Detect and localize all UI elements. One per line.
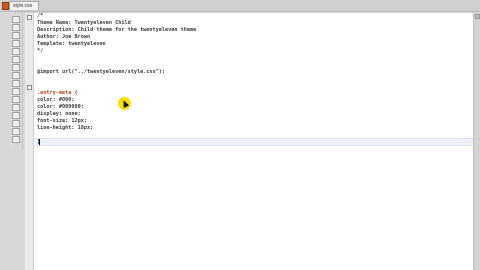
vertical-toolbar [10,14,23,150]
toolbar-button[interactable] [12,128,20,135]
text-caret [39,139,40,145]
code-line: @import url("../twentyeleven/style.css")… [37,69,166,75]
toolbar-button[interactable] [12,24,20,31]
toolbar-button[interactable] [12,16,20,23]
code-line: color: #000000; [37,104,84,110]
scroll-up-icon[interactable] [475,14,480,19]
code-line: Template: twentyeleven [37,41,106,47]
window-titlebar: style.css [0,0,480,12]
toolbar-button[interactable] [12,48,20,55]
toolbar-button[interactable] [12,96,20,103]
toolbar-button[interactable] [12,136,20,143]
toolbar-button[interactable] [12,120,20,127]
code-line: Description: Child theme for the twentye… [37,27,197,33]
code-line: */ [37,48,44,54]
code-line: Theme Name: Twentyeleven Child [37,20,131,26]
code-line: display: none; [37,111,81,117]
current-line-highlight [34,138,473,146]
tab-style-css[interactable]: style.css [9,1,39,10]
toolbar-button[interactable] [12,112,20,119]
code-line: /* [37,13,44,19]
app-icon [2,2,9,10]
code-line-selector: .entry-meta { [37,90,78,96]
editor-gutter [25,13,34,270]
code-line: color: #000; [37,97,75,103]
vertical-scrollbar[interactable] [473,13,480,270]
toolbar-button[interactable] [12,64,20,71]
fold-toggle-icon[interactable] [27,15,32,20]
toolbar-button[interactable] [12,56,20,63]
fold-toggle-icon[interactable] [27,85,32,90]
code-line: Author: Joe Brown [37,34,91,40]
code-line: line-height: 18px; [37,125,94,131]
code-line: font-size: 12px; [37,118,87,124]
code-editor[interactable]: /* Theme Name: Twentyeleven Child Descri… [34,13,473,270]
toolbar-button[interactable] [12,80,20,87]
toolbar-button[interactable] [12,72,20,79]
toolbar-button[interactable] [12,88,20,95]
toolbar-button[interactable] [12,32,20,39]
toolbar-button[interactable] [12,40,20,47]
toolbar-button[interactable] [12,104,20,111]
